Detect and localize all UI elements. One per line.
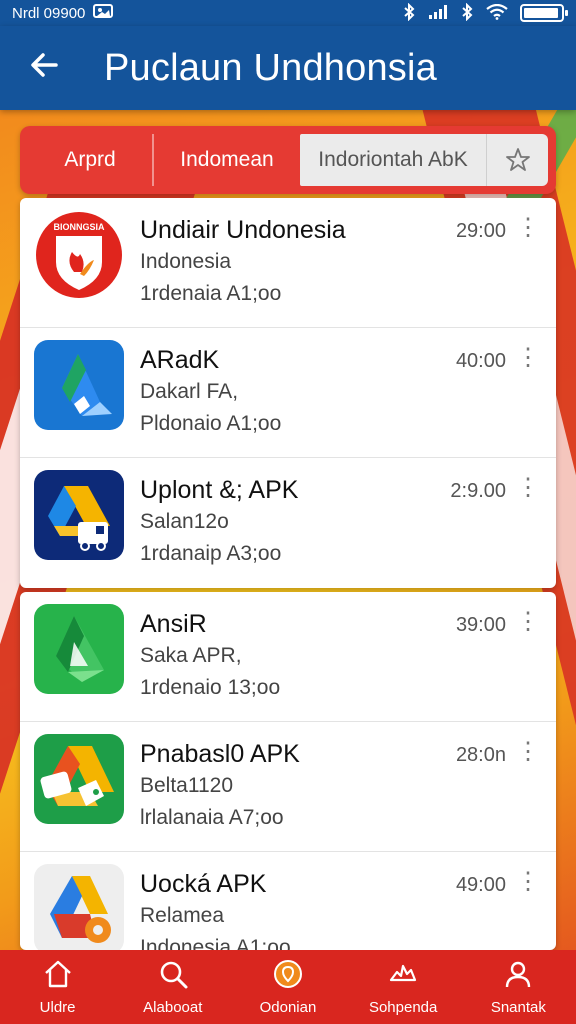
list-item[interactable]: BIONNGSIA Undiair Undonesia Indonesia 1r… bbox=[20, 198, 556, 328]
page-title: Puclaun Undhonsia bbox=[104, 46, 437, 89]
app-name: AnsiR bbox=[140, 610, 207, 638]
list-item[interactable]: AnsiR Saka APR, 1rdenaio 13;oo 39:00 ⋮ bbox=[20, 592, 556, 722]
tab-bar: Arprd Indomean Indoriontah AbK bbox=[20, 126, 556, 194]
list-item[interactable]: Pnabasl0 APK Belta1120 lrlalanaia A7;oo … bbox=[20, 722, 556, 852]
image-notification-icon bbox=[93, 3, 114, 23]
app-time: 29:00 bbox=[455, 220, 506, 242]
app-subtitle: Dakarl FA, bbox=[140, 380, 239, 403]
drive-green-icon bbox=[34, 604, 124, 694]
nav-label: Alabooat bbox=[143, 999, 203, 1016]
nav-label: Sohpenda bbox=[368, 999, 438, 1016]
more-vert-icon[interactable]: ⋮ bbox=[516, 476, 540, 500]
nav-label: Snantak bbox=[490, 999, 546, 1016]
bluetooth-icon bbox=[460, 2, 474, 24]
app-meta: 1rdanaip A3;oo bbox=[140, 542, 282, 565]
nav-label: Uldre bbox=[39, 999, 76, 1016]
drive-blue-icon bbox=[34, 340, 124, 430]
nav-share[interactable]: Sohpenda bbox=[348, 958, 458, 1016]
app-time: 49:00 bbox=[455, 874, 506, 896]
app-name: Undiair Undonesia bbox=[140, 216, 346, 244]
tab-arprd[interactable]: Arprd bbox=[28, 134, 154, 186]
search-icon bbox=[157, 958, 189, 995]
signal-icon bbox=[428, 4, 448, 23]
app-name: Uplont &; APK bbox=[140, 476, 299, 504]
more-vert-icon[interactable]: ⋮ bbox=[516, 740, 540, 764]
drive-gear-icon bbox=[34, 864, 124, 950]
back-arrow-icon[interactable] bbox=[28, 49, 68, 87]
indonesia-badge-icon: BIONNGSIA bbox=[34, 210, 124, 300]
list-item[interactable]: Uplont &; APK Salan12o 1rdanaip A3;oo 2:… bbox=[20, 458, 556, 588]
app-subtitle: Belta1120 bbox=[140, 774, 234, 797]
app-name: Uocká APK bbox=[140, 870, 267, 898]
app-subtitle: Indonesia bbox=[140, 250, 232, 273]
nav-location[interactable]: Odonian bbox=[233, 958, 343, 1016]
app-meta: Pldonaio A1;oo bbox=[140, 412, 282, 435]
nav-search[interactable]: Alabooat bbox=[118, 958, 228, 1016]
app-time: 28:0n bbox=[455, 744, 506, 766]
bottom-navigation: Uldre Alabooat Odonian Sohpenda Snantak bbox=[0, 950, 576, 1024]
more-vert-icon[interactable]: ⋮ bbox=[516, 216, 540, 240]
nav-label: Odonian bbox=[259, 999, 317, 1016]
tab-indoriontah-abk[interactable]: Indoriontah AbK bbox=[300, 134, 486, 186]
app-meta: 1rdenaia A1;oo bbox=[140, 282, 282, 305]
app-time: 40:00 bbox=[455, 350, 506, 372]
app-meta: 1rdenaio 13;oo bbox=[140, 676, 281, 699]
status-bar: Nrdl 09900 bbox=[0, 0, 576, 26]
battery-icon bbox=[520, 4, 568, 22]
app-meta: Indonesia A1;oo bbox=[140, 936, 291, 950]
list-item[interactable]: ARadK Dakarl FA, Pldonaio A1;oo 40:00 ⋮ bbox=[20, 328, 556, 458]
app-list-card: AnsiR Saka APR, 1rdenaio 13;oo 39:00 ⋮ P… bbox=[20, 592, 556, 950]
app-subtitle: Saka APR, bbox=[140, 644, 242, 667]
more-vert-icon[interactable]: ⋮ bbox=[516, 610, 540, 634]
app-name: Pnabasl0 APK bbox=[140, 740, 300, 768]
wifi-icon bbox=[486, 3, 508, 23]
app-time: 39:00 bbox=[455, 614, 506, 636]
drive-tag-icon bbox=[34, 734, 124, 824]
nav-home[interactable]: Uldre bbox=[3, 958, 113, 1016]
status-text: Nrdl 09900 bbox=[12, 4, 86, 22]
list-item[interactable]: Uocká APK Relamea Indonesia A1;oo 49:00 … bbox=[20, 852, 556, 950]
app-meta: lrlalanaia A7;oo bbox=[140, 806, 284, 829]
svg-text:BIONNGSIA: BIONNGSIA bbox=[53, 222, 105, 232]
profile-icon bbox=[502, 958, 534, 995]
app-subtitle: Salan12o bbox=[140, 510, 229, 533]
more-vert-icon[interactable]: ⋮ bbox=[516, 870, 540, 894]
home-icon bbox=[42, 958, 74, 995]
app-time: 2:9.00 bbox=[450, 480, 506, 502]
app-name: ARadK bbox=[140, 346, 220, 374]
app-list-card: BIONNGSIA Undiair Undonesia Indonesia 1r… bbox=[20, 198, 556, 588]
more-vert-icon[interactable]: ⋮ bbox=[516, 346, 540, 370]
tab-indomean[interactable]: Indomean bbox=[154, 134, 300, 186]
nav-profile[interactable]: Snantak bbox=[463, 958, 573, 1016]
location-icon bbox=[272, 958, 304, 995]
app-bar: Puclaun Undhonsia bbox=[0, 26, 576, 110]
share-icon bbox=[387, 958, 419, 995]
drive-truck-icon bbox=[34, 470, 124, 560]
bluetooth-icon bbox=[402, 2, 416, 24]
favorites-star-icon[interactable] bbox=[486, 134, 548, 186]
app-subtitle: Relamea bbox=[140, 904, 225, 927]
